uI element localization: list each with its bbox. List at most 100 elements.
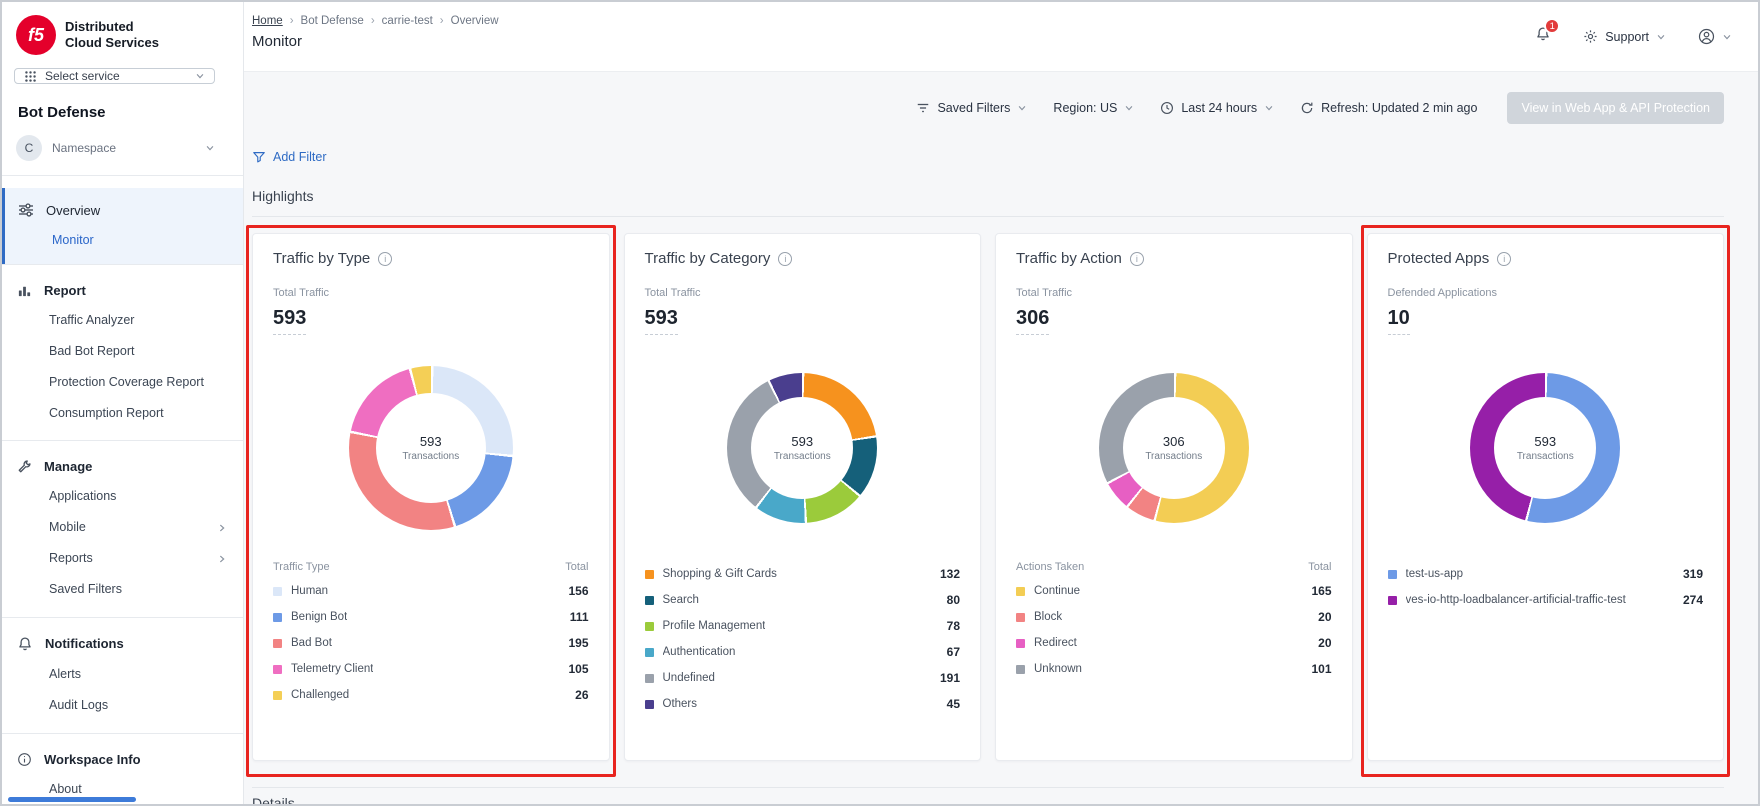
legend-swatch: [645, 570, 654, 579]
legend-item-ves-io-http-loadbalancer-artificial-traffic-test[interactable]: ves-io-http-loadbalancer-artificial-traf…: [1388, 587, 1704, 613]
legend-swatch: [273, 691, 282, 700]
legend-item-search[interactable]: Search80: [645, 587, 961, 613]
legend-swatch: [1388, 570, 1397, 579]
breadcrumb-item[interactable]: Home: [252, 15, 283, 27]
sidebar-item-applications[interactable]: Applications: [2, 481, 243, 512]
legend-label: Human: [291, 585, 328, 597]
legend-label: Block: [1034, 611, 1062, 623]
sidebar-item-label: Notifications: [45, 636, 124, 651]
metric-value: 306: [1016, 307, 1332, 335]
sidebar-item-traffic-analyzer[interactable]: Traffic Analyzer: [2, 305, 243, 336]
metric-label: Defended Applications: [1388, 287, 1704, 299]
region-dropdown[interactable]: Region: US: [1053, 101, 1134, 115]
legend-value: 80: [939, 593, 960, 607]
donut-center-value: 593: [420, 434, 442, 449]
sidebar-item-alerts[interactable]: Alerts: [2, 659, 243, 690]
sidebar-item-label: Audit Logs: [49, 697, 108, 714]
sidebar-item-label: Saved Filters: [49, 581, 122, 598]
info-icon[interactable]: [1130, 252, 1144, 266]
sidebar-item-label: Consumption Report: [49, 405, 164, 422]
refresh-button[interactable]: Refresh: Updated 2 min ago: [1300, 101, 1477, 115]
legend-value: 26: [567, 688, 588, 702]
support-menu[interactable]: Support: [1583, 29, 1666, 44]
main-area: HomeBot Defensecarrie-testOverview Monit…: [244, 2, 1758, 804]
sidebar-item-notifications[interactable]: Notifications: [2, 626, 243, 659]
legend-swatch: [1388, 596, 1397, 605]
sidebar-item-workspace-info[interactable]: Workspace Info: [2, 742, 243, 774]
sidebar-item-report[interactable]: Report: [2, 273, 243, 305]
brand-name-line2: Cloud Services: [65, 35, 159, 51]
view-in-waap-button[interactable]: View in Web App & API Protection: [1507, 92, 1724, 124]
region-label: Region: US: [1053, 101, 1117, 115]
nav-section-notifications: Notifications Alerts Audit Logs: [2, 618, 243, 733]
legend-item-undefined[interactable]: Undefined191: [645, 665, 961, 691]
info-icon[interactable]: [778, 252, 792, 266]
sidebar-item-bad-bot-report[interactable]: Bad Bot Report: [2, 336, 243, 367]
time-range-dropdown[interactable]: Last 24 hours: [1160, 101, 1274, 115]
card-traffic-by-action: Traffic by Action Total Traffic 306 306 …: [995, 233, 1353, 761]
sidebar-item-label: Alerts: [49, 666, 81, 683]
info-icon[interactable]: [378, 252, 392, 266]
legend-item-redirect[interactable]: Redirect20: [1016, 630, 1332, 656]
legend-header: Actions Taken Total: [1016, 561, 1332, 573]
sidebar-item-saved-filters[interactable]: Saved Filters: [2, 574, 243, 605]
legend-item-block[interactable]: Block20: [1016, 604, 1332, 630]
account-menu[interactable]: [1698, 28, 1732, 45]
donut-center-label: Transactions: [402, 451, 459, 462]
sidebar-item-label: Reports: [49, 550, 93, 567]
sidebar-item-label: Report: [44, 283, 86, 298]
chevron-down-icon: [1124, 103, 1134, 113]
legend-label: Profile Management: [663, 620, 766, 632]
legend-label: Benign Bot: [291, 611, 347, 623]
breadcrumb-item[interactable]: Bot Defense: [283, 15, 364, 27]
service-selector[interactable]: Select service: [14, 68, 215, 84]
legend-item-human[interactable]: Human156: [273, 578, 589, 604]
saved-filters-dropdown[interactable]: Saved Filters: [916, 101, 1027, 115]
legend-header-label: Actions Taken: [1016, 561, 1084, 573]
sidebar-item-mobile[interactable]: Mobile: [2, 512, 243, 543]
legend-label: Undefined: [663, 672, 715, 684]
legend-item-test-us-app[interactable]: test-us-app319: [1388, 561, 1704, 587]
legend-swatch: [645, 596, 654, 605]
breadcrumb-item[interactable]: Overview: [433, 15, 499, 27]
legend-label: test-us-app: [1406, 568, 1464, 580]
legend-value: 105: [560, 662, 588, 676]
sidebar-item-audit-logs[interactable]: Audit Logs: [2, 690, 243, 721]
legend-item-profile-management[interactable]: Profile Management78: [645, 613, 961, 639]
legend-item-unknown[interactable]: Unknown101: [1016, 656, 1332, 682]
person-icon: [1698, 28, 1715, 45]
legend-item-others[interactable]: Others45: [645, 691, 961, 717]
sidebar-item-manage[interactable]: Manage: [2, 449, 243, 481]
legend-item-authentication[interactable]: Authentication67: [645, 639, 961, 665]
sidebar-item-overview[interactable]: Overview: [5, 192, 243, 225]
add-filter-button[interactable]: Add Filter: [252, 150, 327, 164]
legend-label: Bad Bot: [291, 637, 332, 649]
donut-center-label: Transactions: [774, 451, 831, 462]
sidebar-item-reports[interactable]: Reports: [2, 543, 243, 574]
sidebar-item-protection-coverage-report[interactable]: Protection Coverage Report: [2, 367, 243, 398]
legend-item-continue[interactable]: Continue165: [1016, 578, 1332, 604]
horizontal-scrollbar-thumb[interactable]: [8, 797, 136, 802]
notifications-button[interactable]: 1: [1535, 26, 1551, 47]
legend-header-value: Total: [1308, 561, 1331, 573]
card-title-row: Traffic by Type: [273, 250, 589, 267]
namespace-label: Namespace: [52, 141, 116, 155]
donut-wrap: 593 Transactions: [1388, 335, 1704, 561]
support-label: Support: [1605, 30, 1649, 44]
info-icon[interactable]: [1497, 252, 1511, 266]
legend-item-challenged[interactable]: Challenged26: [273, 682, 589, 708]
namespace-selector[interactable]: C Namespace: [2, 129, 243, 175]
legend-item-benign-bot[interactable]: Benign Bot111: [273, 604, 589, 630]
legend: Shopping & Gift Cards132Search80Profile …: [645, 561, 961, 717]
card-title: Traffic by Action: [1016, 250, 1122, 267]
legend-item-telemetry-client[interactable]: Telemetry Client105: [273, 656, 589, 682]
chevron-down-icon: [1017, 103, 1027, 113]
sidebar-item-monitor[interactable]: Monitor: [5, 225, 243, 256]
legend-item-shopping-gift-cards[interactable]: Shopping & Gift Cards132: [645, 561, 961, 587]
sidebar-item-consumption-report[interactable]: Consumption Report: [2, 398, 243, 429]
breadcrumb-item[interactable]: carrie-test: [364, 15, 433, 27]
legend-value: 165: [1303, 584, 1331, 598]
legend-swatch: [1016, 639, 1025, 648]
legend-item-bad-bot[interactable]: Bad Bot195: [273, 630, 589, 656]
chevron-right-icon: [217, 554, 227, 564]
